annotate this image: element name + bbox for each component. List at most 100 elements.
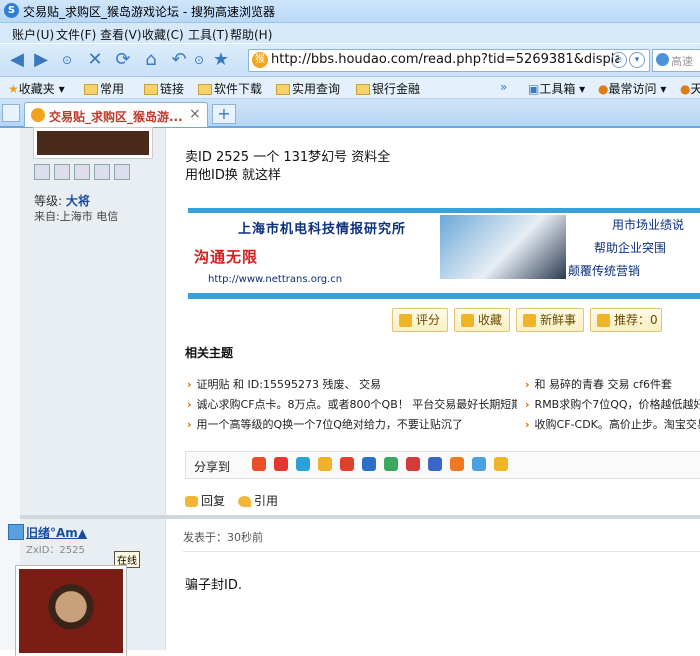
menu-tools[interactable]: 工具(T) xyxy=(188,26,229,43)
post-divider xyxy=(20,515,700,519)
related-topic-link[interactable]: RMB求购个7位QQ，价格越低越好 xyxy=(525,396,700,412)
address-dropdown-icon[interactable]: ▾ xyxy=(629,52,645,68)
card-icon[interactable] xyxy=(94,164,110,180)
address-bar[interactable]: 猴 http://bbs.houdao.com/read.php?tid=526… xyxy=(248,49,650,72)
frequent-label: 最常访问 xyxy=(608,82,657,96)
sidebar-toggle-icon[interactable] xyxy=(2,104,20,122)
bookmark-folder-software[interactable]: 软件下载 xyxy=(198,80,262,97)
toolbox-label: 工具箱 xyxy=(539,82,576,96)
share-qq-icon[interactable] xyxy=(296,457,310,471)
share-sohu-icon[interactable] xyxy=(406,457,420,471)
share-label: 分享到 xyxy=(194,460,231,474)
search-input[interactable]: 高速 xyxy=(671,53,693,69)
reply-icon xyxy=(185,496,198,507)
bookmark-more-label: 天 xyxy=(690,82,700,96)
reply-button[interactable]: 回复 xyxy=(185,492,225,509)
share-kaixin-icon[interactable] xyxy=(340,457,354,471)
ad-banner[interactable]: 上海市机电科技情报研究所 沟通无限 http://www.nettrans.or… xyxy=(188,208,700,299)
quote-button[interactable]: 引用 xyxy=(238,492,278,509)
bookmark-folder-label: 常用 xyxy=(100,82,125,96)
recommend-button[interactable]: 推荐：0 xyxy=(590,308,662,332)
post2-avatar xyxy=(16,566,126,656)
post2-time: 发表于：30秒前 xyxy=(183,531,263,544)
profile-icon[interactable] xyxy=(74,164,90,180)
quote-icon xyxy=(238,496,251,507)
toolbox-button[interactable]: ▣工具箱 ▾ xyxy=(528,80,585,97)
stop-icon[interactable]: ✕ xyxy=(84,49,106,71)
new-tab-button[interactable]: + xyxy=(212,104,236,124)
menu-favorites[interactable]: 收藏(C) xyxy=(142,26,184,43)
arrow-up-icon xyxy=(597,314,610,327)
page-content: 等级: 大将 来自:上海市 电信 卖ID 2525 一个 131梦幻号 资料全 … xyxy=(0,128,700,656)
undo-dropdown-icon[interactable]: ⊙ xyxy=(188,49,210,71)
bookmark-folder-label: 链接 xyxy=(160,82,185,96)
post-line-2: 用他ID换 就这样 xyxy=(185,168,281,183)
frequent-visits-button[interactable]: ●最常访问 ▾ xyxy=(598,80,666,97)
bookmark-folder-label: 银行金融 xyxy=(372,82,421,96)
favorite-label: 收藏 xyxy=(478,313,503,327)
banner-right-3: 颠覆传统营销 xyxy=(568,264,641,278)
related-topic-link[interactable]: 和 易碎的青春 交易 cf6件套 xyxy=(525,376,700,392)
bookmark-favorites-label: 收藏夹 xyxy=(18,82,55,96)
menu-bar: 账户(U) 文件(F) 查看(V) 收藏(C) 工具(T) 帮助(H) xyxy=(0,23,700,43)
bookmark-favorites[interactable]: ★收藏夹 ▾ xyxy=(8,80,65,97)
bookmarks-overflow-icon[interactable]: » xyxy=(500,80,507,94)
related-topic-link[interactable]: 收购CF-CDK。高价止步。淘宝交易 xyxy=(525,416,700,432)
add-friend-icon[interactable] xyxy=(54,164,70,180)
share-xianguo-icon[interactable] xyxy=(450,457,464,471)
author-avatar xyxy=(34,128,152,158)
undo-close-icon[interactable]: ↶ xyxy=(168,49,190,71)
bookmark-more[interactable]: ●天 xyxy=(680,80,700,97)
gift-icon[interactable] xyxy=(114,164,130,180)
bookmark-folder-bank[interactable]: 银行金融 xyxy=(356,80,420,97)
address-url[interactable]: http://bbs.houdao.com/read.php?tid=52693… xyxy=(271,52,619,67)
share-tieba-icon[interactable] xyxy=(472,457,486,471)
banner-org: 上海市机电科技情报研究所 xyxy=(238,222,407,237)
tab-close-icon[interactable]: × xyxy=(189,106,201,122)
search-box[interactable]: 高速 xyxy=(652,49,700,72)
more-icon: ● xyxy=(680,82,691,96)
menu-help[interactable]: 帮助(H) xyxy=(230,26,272,43)
history-dropdown-icon[interactable]: ⊙ xyxy=(56,49,78,71)
address-compat-icon[interactable]: e xyxy=(611,52,627,68)
forward-icon[interactable]: ▶ xyxy=(30,49,52,71)
menu-file[interactable]: 文件(F) xyxy=(56,26,96,43)
folder-icon xyxy=(276,84,290,95)
rate-button[interactable]: 评分 xyxy=(392,308,448,332)
post2-zxid: ZxID：2525 xyxy=(26,545,85,556)
share-star-icon[interactable] xyxy=(318,457,332,471)
share-douban-icon[interactable] xyxy=(384,457,398,471)
post2-content: 骗子封ID. xyxy=(185,578,242,593)
author-action-icons xyxy=(34,164,154,180)
menu-account[interactable]: 账户(U) xyxy=(12,26,54,43)
back-icon[interactable]: ◀ xyxy=(6,49,28,71)
share-qzone-icon[interactable] xyxy=(252,457,266,471)
related-topic-link[interactable]: 用一个高等级的Q换一个7位Q绝对给力，不要让贴沉了 xyxy=(187,416,517,432)
bookmark-folder-common[interactable]: 常用 xyxy=(84,80,124,97)
post2-username[interactable]: 旧绪°Am▲ xyxy=(26,524,87,541)
banner-right-1: 用市场业绩说 xyxy=(612,218,685,232)
bookmark-folder-query[interactable]: 实用查询 xyxy=(276,80,340,97)
home-icon[interactable]: ⌂ xyxy=(140,49,162,71)
post2-header-divider xyxy=(183,551,700,552)
news-feed-button[interactable]: 新鲜事 xyxy=(516,308,584,332)
message-icon[interactable] xyxy=(34,164,50,180)
bookmark-folder-links[interactable]: 链接 xyxy=(144,80,184,97)
menu-view[interactable]: 查看(V) xyxy=(100,26,142,43)
toolbox-icon: ▣ xyxy=(528,82,540,96)
share-weibo-icon[interactable] xyxy=(274,457,288,471)
news-feed-label: 新鲜事 xyxy=(540,313,577,327)
related-topic-link[interactable]: 诚心求购CF点卡。8万点。或者800个QB！ 平台交易最好长期短期供 xyxy=(187,396,517,412)
quote-label: 引用 xyxy=(254,494,279,508)
user-gender-icon xyxy=(8,524,24,540)
related-topic-link[interactable]: 证明贴 和 ID:15595273 残废、 交易 xyxy=(187,376,517,392)
share-renren-icon[interactable] xyxy=(362,457,376,471)
share-baidu-icon[interactable] xyxy=(428,457,442,471)
refresh-icon[interactable]: ⟳ xyxy=(112,49,134,71)
favorite-button[interactable]: 收藏 xyxy=(454,308,510,332)
share-more-icon[interactable] xyxy=(494,457,508,471)
post-line-1: 卖ID 2525 一个 131梦幻号 资料全 xyxy=(185,150,391,165)
favorite-star-icon[interactable]: ★ xyxy=(210,49,232,71)
tab-active[interactable]: 交易贴_求购区_猴岛游... × xyxy=(24,102,208,127)
folder-icon xyxy=(198,84,212,95)
